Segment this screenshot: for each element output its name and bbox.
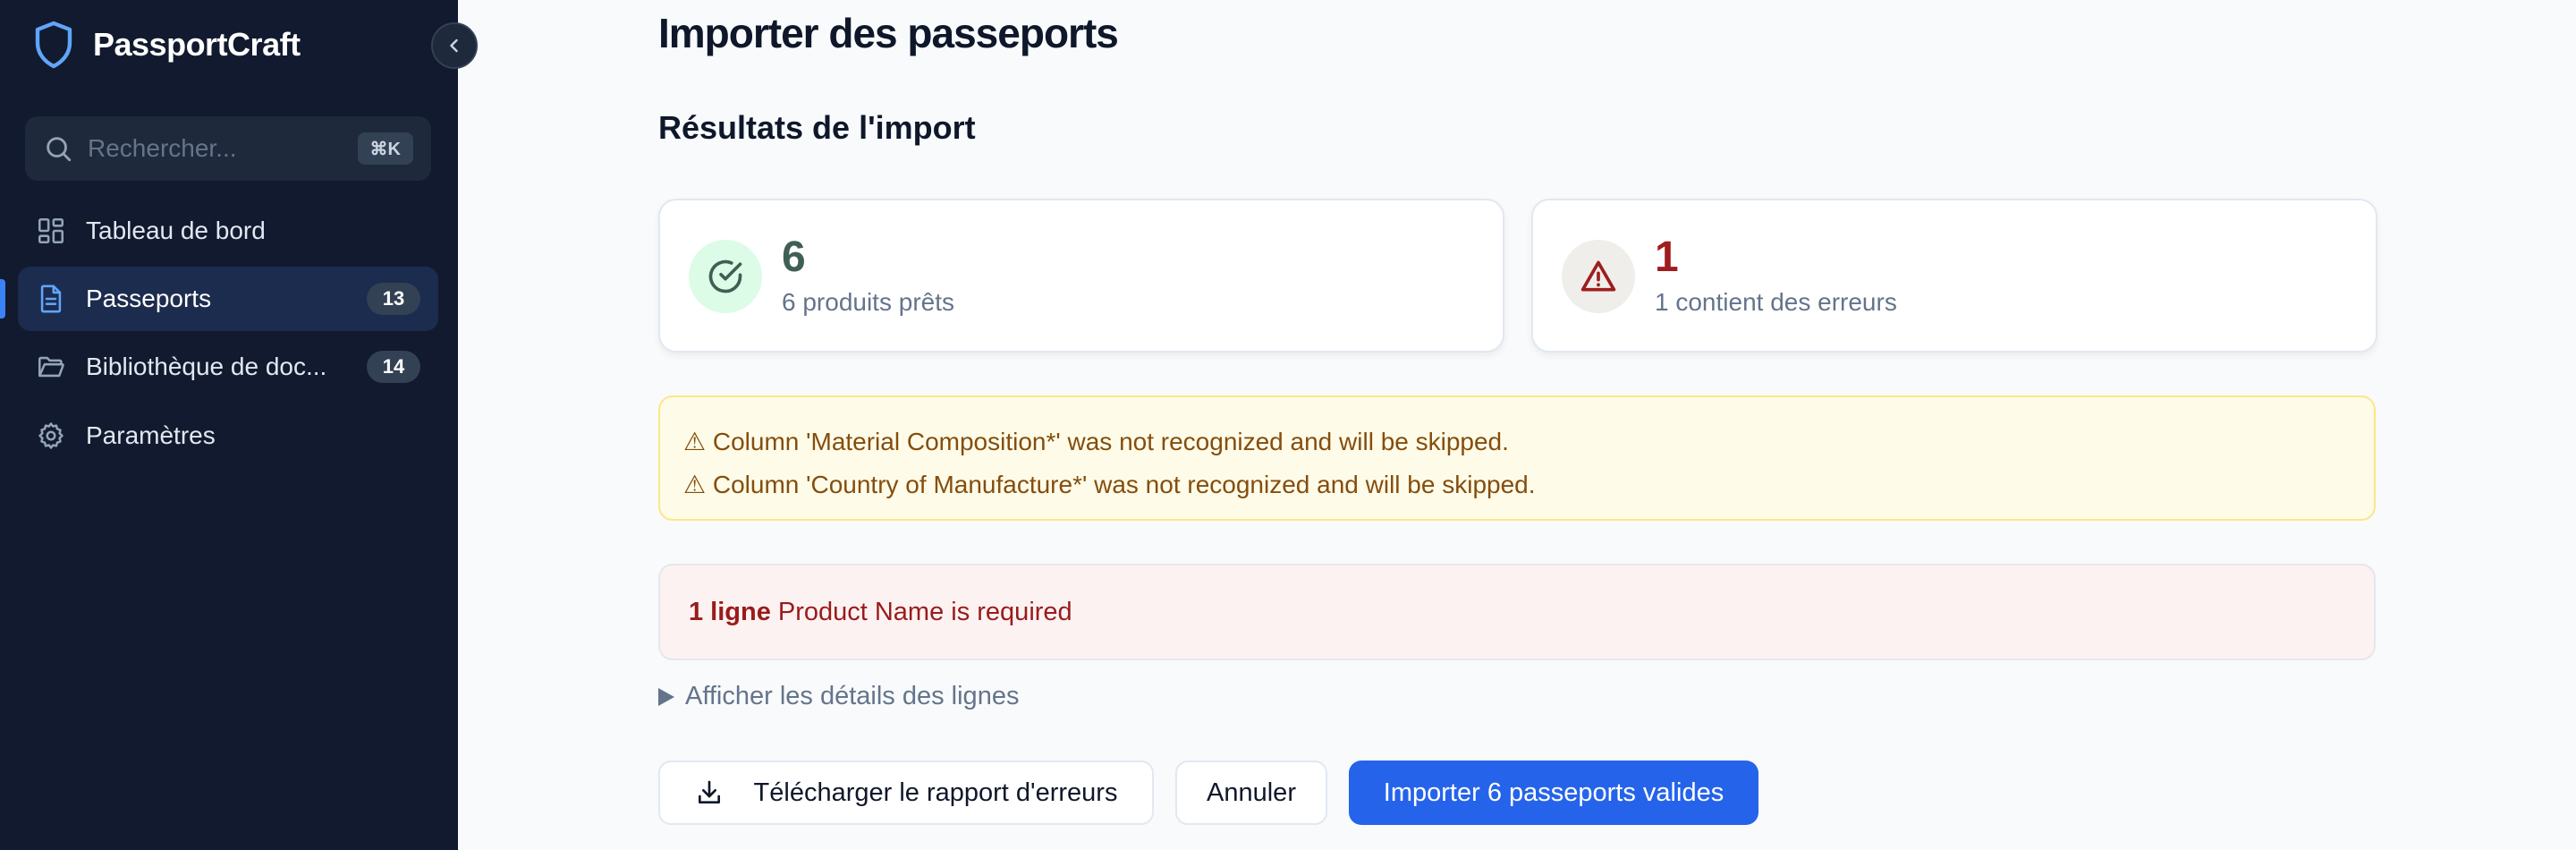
warning-message: ⚠ Column 'Country of Manufacture*' was n… [683, 471, 1536, 498]
count-badge: 14 [367, 351, 420, 383]
error-message: Product Name is required [777, 597, 1072, 626]
import-button-label: Importer 6 passeports valides [1383, 778, 1724, 807]
section-title: Résultats de l'import [658, 109, 976, 146]
sidebar-item-label: Passeports [86, 285, 212, 312]
gear-icon [38, 422, 64, 449]
shield-logo-icon [35, 21, 72, 69]
cancel-button-label: Annuler [1207, 778, 1296, 807]
ready-summary-card: 6 6 produits prêts [658, 199, 1504, 353]
sidebar: PassportCraft Rechercher... ⌘K Tableau d… [0, 0, 458, 850]
page-title: Importer des passeports [658, 10, 1119, 56]
cancel-button[interactable]: Annuler [1175, 761, 1327, 825]
warning-message: ⚠ Column 'Material Composition*' was not… [683, 428, 1509, 455]
chevron-left-icon [450, 38, 458, 53]
ready-count: 6 [782, 234, 806, 281]
collapse-sidebar-button[interactable] [431, 22, 478, 69]
count-badge: 13 [367, 283, 420, 315]
download-error-report-button[interactable]: Télécharger le rapport d'erreurs [658, 761, 1154, 825]
search-shortcut: ⌘K [357, 132, 413, 165]
dashboard-icon [38, 217, 64, 244]
sidebar-item-label: Paramètres [86, 421, 216, 449]
caret-right-icon [658, 687, 674, 706]
download-icon [698, 780, 720, 803]
search-placeholder: Rechercher... [88, 134, 237, 162]
search-input[interactable]: Rechercher... ⌘K [25, 116, 431, 181]
warning-icon [1580, 260, 1616, 292]
error-row-count: 1 ligne [689, 597, 771, 626]
brand[interactable]: PassportCraft [32, 20, 301, 70]
error-icon-badge [1562, 240, 1635, 313]
document-icon [40, 285, 62, 313]
sidebar-item-dashboard[interactable]: Tableau de bord [18, 199, 438, 263]
row-details-label: Afficher les détails des lignes [685, 682, 1020, 710]
sidebar-item-label: Bibliothèque de doc... [86, 353, 327, 380]
error-summary-card: 1 1 contient des erreurs [1531, 199, 2377, 353]
error-count: 1 [1655, 234, 1679, 281]
import-valid-passports-button[interactable]: Importer 6 passeports valides [1349, 761, 1758, 825]
brand-name: PassportCraft [93, 26, 301, 63]
row-details-toggle[interactable]: Afficher les détails des lignes [658, 682, 1019, 711]
ready-label: 6 produits prêts [782, 288, 954, 316]
sidebar-item-settings[interactable]: Paramètres [18, 404, 438, 468]
row-error-alert: 1 ligne Product Name is required [658, 564, 2376, 660]
download-button-label: Télécharger le rapport d'erreurs [753, 778, 1118, 807]
sidebar-item-label: Tableau de bord [86, 217, 266, 244]
sidebar-item-passeports[interactable]: Passeports 13 [18, 267, 438, 331]
sidebar-item-library[interactable]: Bibliothèque de doc... 14 [18, 335, 438, 399]
active-indicator [0, 279, 5, 319]
search-icon [47, 137, 72, 162]
column-warnings-alert: ⚠ Column 'Material Composition*' was not… [658, 395, 2376, 521]
folder-icon [38, 356, 64, 378]
check-circle-icon [708, 259, 742, 293]
success-icon-badge [689, 240, 762, 313]
error-label: 1 contient des erreurs [1655, 288, 1897, 316]
